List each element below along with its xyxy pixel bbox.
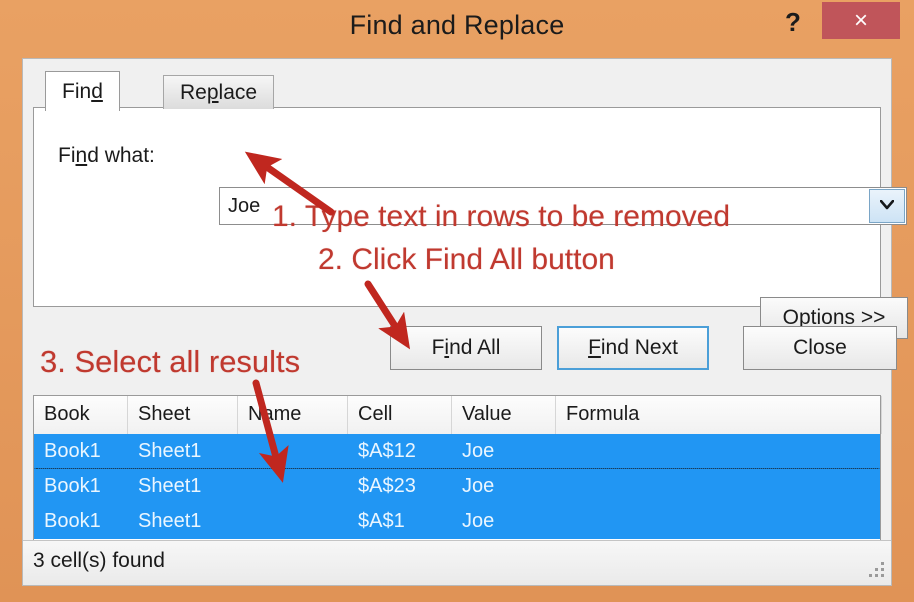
cell-book: Book1 [44, 475, 101, 497]
status-text: 3 cell(s) found [33, 549, 165, 572]
annotation-step-3: 3. Select all results [40, 344, 301, 379]
column-header-value[interactable]: Value [452, 396, 556, 434]
cell-name [238, 469, 348, 504]
column-header-name[interactable]: Name [238, 396, 348, 434]
column-header-sheet[interactable]: Sheet [128, 396, 238, 434]
cell-ref: $A$12 [358, 440, 416, 462]
tab-find-label: Find [62, 80, 103, 103]
cell-ref: $A$23 [358, 475, 416, 497]
cell-value: Joe [462, 510, 495, 532]
cell-formula [556, 469, 882, 504]
cell-sheet: Sheet1 [138, 440, 202, 462]
column-header-book[interactable]: Book [34, 396, 128, 434]
find-all-button[interactable]: Find All [390, 326, 542, 370]
find-next-button[interactable]: Find Next [557, 326, 709, 370]
cell-book: Book1 [44, 440, 101, 462]
resize-grip-icon[interactable] [866, 561, 886, 581]
dialog-body: Find Replace Find what: Options >> [22, 58, 908, 586]
cell-formula [556, 434, 882, 469]
cell-ref: $A$1 [358, 510, 405, 532]
find-next-button-label: Find Next [588, 336, 678, 359]
find-and-replace-dialog: Find and Replace ? × Find Replace Find w… [0, 0, 914, 602]
table-row[interactable]: Book1 Sheet1 $A$23 Joe [34, 469, 880, 504]
annotation-step-2: 2. Click Find All button [318, 243, 615, 276]
column-header-cell[interactable]: Cell [348, 396, 452, 434]
find-what-label: Find what: [58, 144, 155, 167]
tab-strip: Find Replace [33, 71, 881, 111]
tab-replace-label: Replace [180, 81, 258, 104]
tab-replace[interactable]: Replace [163, 75, 275, 109]
close-icon: × [853, 7, 868, 34]
tab-find[interactable]: Find [45, 71, 120, 111]
cell-value: Joe [462, 440, 495, 462]
cell-value: Joe [462, 475, 495, 497]
title-bar[interactable]: Find and Replace ? × [0, 0, 914, 55]
close-window-button[interactable]: × [822, 2, 900, 39]
close-dialog-button[interactable]: Close [743, 326, 897, 370]
cell-sheet: Sheet1 [138, 475, 202, 497]
status-bar: 3 cell(s) found [23, 540, 891, 585]
table-row[interactable]: Book1 Sheet1 $A$1 Joe [34, 504, 880, 539]
results-header-row: Book Sheet Name Cell Value Formula [34, 396, 882, 435]
help-icon[interactable]: ? [775, 6, 811, 38]
cell-book: Book1 [44, 510, 101, 532]
cell-name [238, 504, 348, 539]
find-all-button-label: Find All [431, 336, 501, 359]
table-row[interactable]: Book1 Sheet1 $A$12 Joe [34, 434, 880, 469]
cell-formula [556, 504, 882, 539]
chevron-down-icon[interactable] [869, 189, 905, 223]
column-header-formula[interactable]: Formula [556, 396, 882, 434]
cell-name [238, 434, 348, 469]
results-rows: Book1 Sheet1 $A$12 Joe Book1 Sheet1 $A$2… [34, 434, 880, 540]
cell-sheet: Sheet1 [138, 510, 202, 532]
annotation-step-1: 1. Type text in rows to be removed [272, 200, 731, 233]
